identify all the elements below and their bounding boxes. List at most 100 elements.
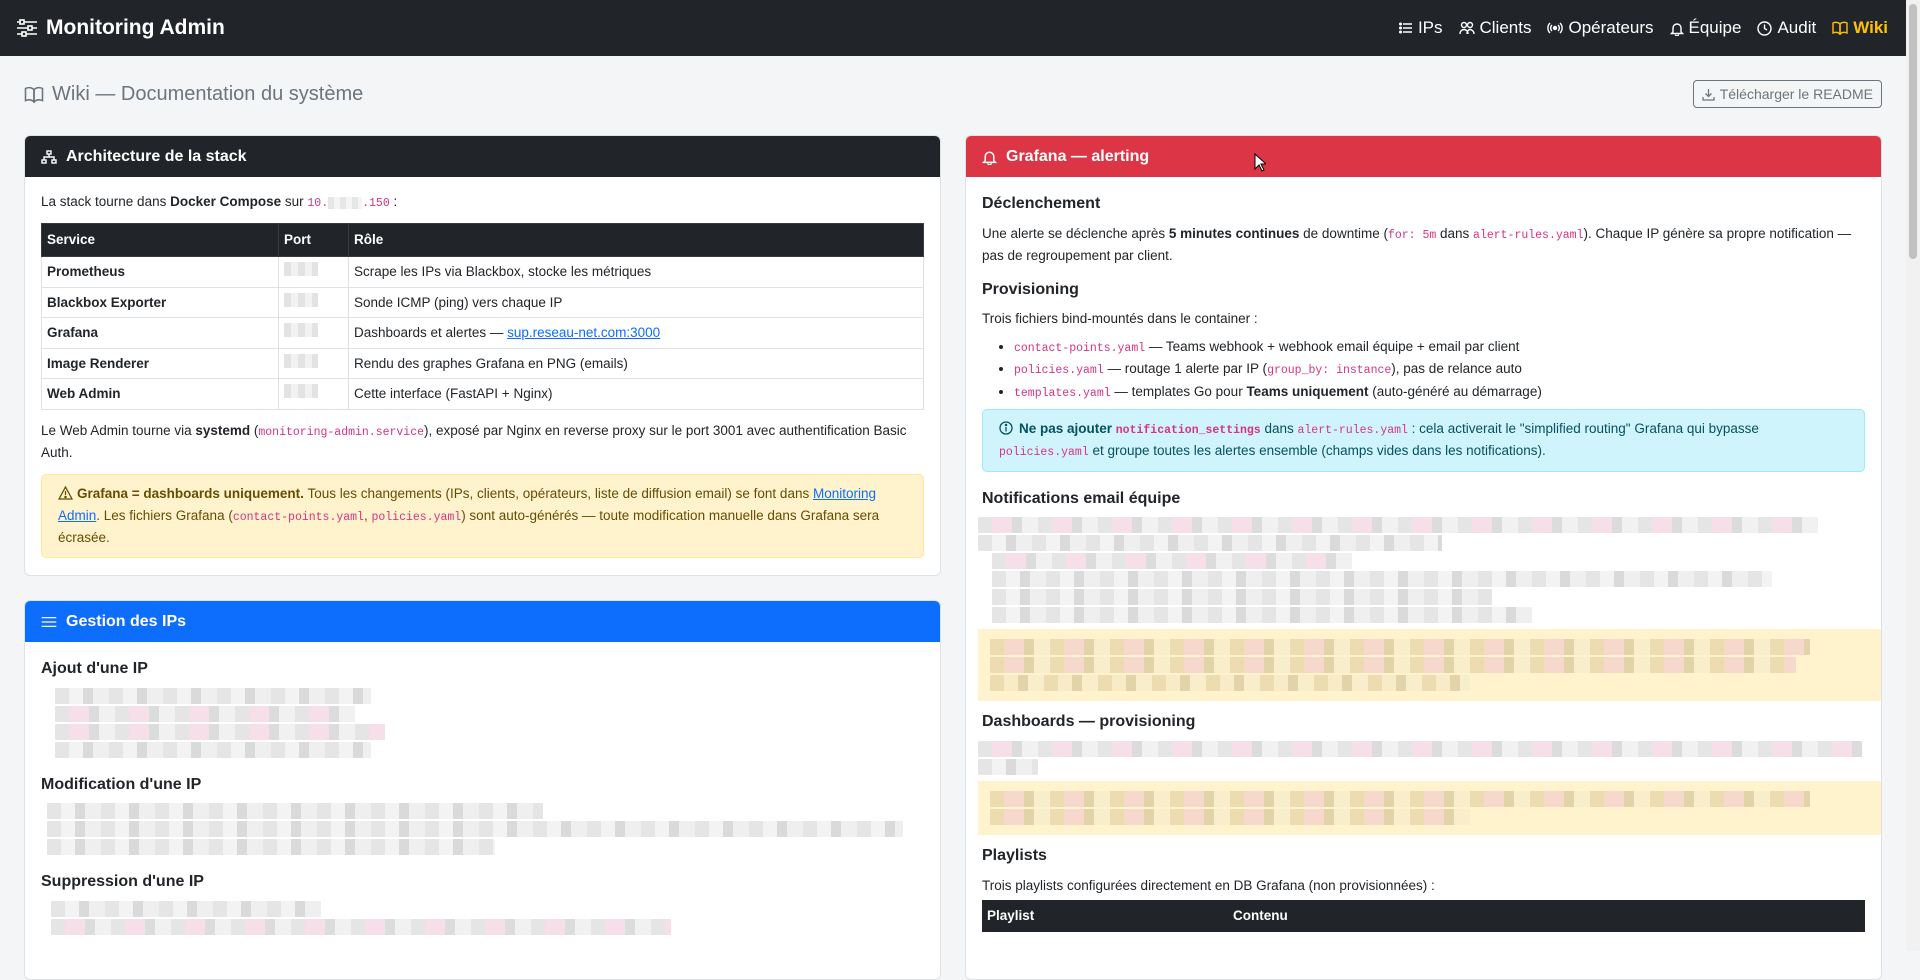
nav-item-label: Clients bbox=[1479, 18, 1532, 37]
list-item: contact-points.yaml — Teams webhook + we… bbox=[1014, 336, 1865, 358]
warning-text: Tous les changements (IPs, clients, opér… bbox=[303, 485, 813, 501]
nav-item-ips[interactable]: IPs bbox=[1398, 18, 1443, 38]
intro-text: sur bbox=[281, 194, 308, 209]
file-code: templates.yaml bbox=[1014, 386, 1111, 400]
list-icon bbox=[1398, 21, 1413, 35]
trigger-text: dans bbox=[1436, 225, 1474, 241]
notification-settings-info-alert: Ne pas ajouter notification_settings dan… bbox=[982, 408, 1865, 472]
nav-item-wiki[interactable]: Wiki bbox=[1832, 18, 1888, 38]
nav-item-label: Audit bbox=[1777, 18, 1817, 37]
nav-item-operateurs[interactable]: Opérateurs bbox=[1547, 18, 1654, 38]
table-row: Blackbox Exporter Sonde ICMP (ping) vers… bbox=[41, 286, 924, 319]
dashboards-title: Dashboards — provisioning bbox=[982, 713, 1196, 731]
webadmin-text: Le Web Admin tourne via bbox=[41, 422, 196, 438]
trigger-text: Une alerte se déclenche après bbox=[982, 225, 1169, 241]
info-code: notification_settings bbox=[1115, 423, 1261, 437]
info-text: : cela activerait le "simplified routing… bbox=[1407, 420, 1759, 436]
nav-item-audit[interactable]: Audit bbox=[1757, 18, 1816, 38]
scrollbar-thumb[interactable] bbox=[1909, 4, 1917, 259]
ip-add-title: Ajout d'une IP bbox=[41, 660, 148, 677]
trigger-paragraph: Une alerte se déclenche après 5 minutes … bbox=[982, 223, 1865, 267]
file-text: (auto-généré au démarrage) bbox=[1368, 383, 1542, 399]
redacted-ip bbox=[328, 196, 363, 209]
redacted-content bbox=[978, 780, 1881, 835]
table-row: Image Renderer Rendu des graphes Grafana… bbox=[41, 347, 924, 380]
brand-title: Monitoring Admin bbox=[46, 16, 225, 39]
warning-code: policies.yaml bbox=[371, 510, 462, 524]
redacted-content bbox=[978, 740, 1865, 775]
redacted-port bbox=[284, 292, 318, 307]
info-text: dans bbox=[1260, 420, 1298, 436]
host-ip-start: 10. bbox=[307, 197, 329, 210]
info-strong: Ne pas ajouter bbox=[1019, 420, 1116, 436]
trigger-code: for: 5m bbox=[1387, 228, 1437, 242]
warning-strong: Grafana = dashboards uniquement. bbox=[77, 485, 304, 501]
architecture-card-body: La stack tourne dans Docker Compose sur … bbox=[25, 177, 940, 572]
trigger-text: de downtime ( bbox=[1299, 225, 1388, 241]
service-name: Image Renderer bbox=[41, 347, 279, 380]
provisioning-title: Provisioning bbox=[982, 280, 1079, 298]
intro-strong: Docker Compose bbox=[170, 194, 282, 209]
nav-item-label: IPs bbox=[1417, 18, 1443, 37]
service-role: Rendu des graphes Grafana en PNG (emails… bbox=[348, 347, 924, 380]
trigger-code: alert-rules.yaml bbox=[1473, 228, 1584, 242]
list-item: templates.yaml — templates Go pour Teams… bbox=[1014, 381, 1865, 403]
col-role: Rôle bbox=[348, 223, 924, 257]
grafana-link[interactable]: sup.reseau-net.com:3000 bbox=[507, 325, 660, 340]
ips-card: Gestion des IPs Ajout d'une IP Modificat… bbox=[24, 600, 941, 980]
redacted-port bbox=[284, 261, 318, 276]
grafana-card-header: Grafana — alerting bbox=[966, 136, 1881, 177]
file-text: ), pas de relance auto bbox=[1391, 361, 1522, 377]
service-name: Blackbox Exporter bbox=[41, 286, 279, 319]
file-strong: Teams uniquement bbox=[1246, 383, 1369, 399]
nav-item-label: Équipe bbox=[1688, 18, 1742, 37]
architecture-card: Architecture de la stack La stack tourne… bbox=[24, 135, 941, 576]
table-row: Web Admin Cette interface (FastAPI + Ngi… bbox=[41, 378, 924, 410]
service-role: Sonde ICMP (ping) vers chaque IP bbox=[348, 286, 924, 319]
webadmin-paragraph: Le Web Admin tourne via systemd (monitor… bbox=[41, 420, 924, 464]
trigger-title: Déclenchement bbox=[982, 195, 1101, 212]
page-scrollbar[interactable] bbox=[1906, 0, 1920, 951]
service-port bbox=[278, 286, 349, 319]
provisioning-file-list: contact-points.yaml — Teams webhook + we… bbox=[982, 336, 1865, 403]
mouse-cursor-icon bbox=[1254, 152, 1268, 176]
redacted-content bbox=[55, 687, 924, 758]
grafana-card: Grafana — alerting Déclenchement Une ale… bbox=[965, 135, 1882, 980]
redacted-port bbox=[284, 384, 318, 399]
architecture-card-header: Architecture de la stack bbox=[25, 136, 940, 177]
download-icon bbox=[1702, 88, 1715, 101]
service-port bbox=[278, 347, 349, 380]
book-icon bbox=[24, 86, 44, 103]
redacted-port bbox=[284, 323, 318, 338]
redacted-content bbox=[47, 803, 924, 856]
file-code: group_by: instance bbox=[1267, 364, 1392, 378]
architecture-intro: La stack tourne dans Docker Compose sur … bbox=[41, 191, 924, 213]
download-readme-button[interactable]: Télécharger le README bbox=[1692, 80, 1882, 108]
host-ip: 10. .150 bbox=[307, 196, 390, 210]
provisioning-intro: Trois fichiers bind-mountés dans le cont… bbox=[982, 311, 1258, 327]
diagram-icon bbox=[41, 149, 57, 164]
col-port: Port bbox=[278, 223, 349, 257]
nav-item-clients[interactable]: Clients bbox=[1458, 18, 1532, 38]
page-title-text: Wiki — Documentation du système bbox=[52, 82, 364, 105]
file-text: — templates Go pour bbox=[1110, 383, 1247, 399]
nav-item-equipe[interactable]: Équipe bbox=[1669, 18, 1742, 38]
service-name: Prometheus bbox=[41, 255, 279, 288]
playlists-intro: Trois playlists configurées directement … bbox=[982, 877, 1435, 893]
trigger-strong: 5 minutes continues bbox=[1168, 225, 1300, 241]
col-playlist: Playlist bbox=[982, 900, 1228, 932]
webadmin-code: monitoring-admin.service bbox=[258, 425, 425, 439]
grafana-warning-alert: Grafana = dashboards uniquement. Tous le… bbox=[41, 473, 924, 558]
service-name: Web Admin bbox=[41, 378, 279, 410]
ip-delete-title: Suppression d'une IP bbox=[41, 873, 204, 891]
file-code: contact-points.yaml bbox=[1014, 341, 1146, 355]
col-service: Service bbox=[41, 223, 279, 257]
brand[interactable]: Monitoring Admin bbox=[16, 16, 225, 40]
redacted-port bbox=[284, 353, 318, 368]
sliders-icon bbox=[16, 19, 38, 37]
warning-text: . Les fichiers Grafana ( bbox=[96, 507, 233, 523]
redacted-content bbox=[51, 900, 924, 935]
ips-card-header: Gestion des IPs bbox=[25, 601, 940, 642]
col-contenu: Contenu bbox=[1228, 900, 1865, 932]
info-icon bbox=[999, 421, 1013, 435]
